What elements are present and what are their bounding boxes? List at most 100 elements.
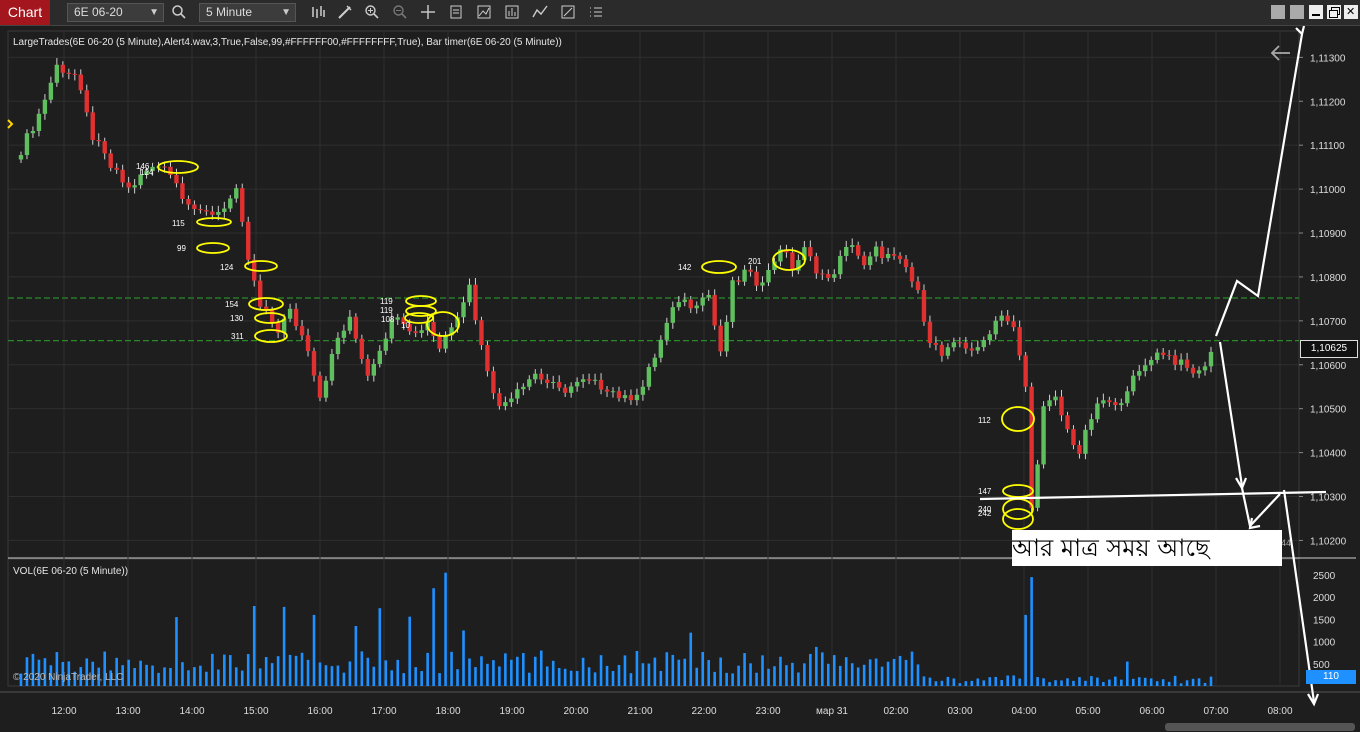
time-tick-label: 08:00	[1267, 706, 1292, 717]
price-chart[interactable]: 1,11300 1,11200 1,11100 1,11000 1,10900 1,108…	[0, 26, 1360, 732]
volume-bar	[695, 667, 699, 686]
candle-body	[228, 198, 233, 209]
candle-body	[903, 259, 909, 268]
candle-body	[1023, 355, 1028, 387]
candle-body	[114, 167, 119, 170]
candle-body	[748, 269, 753, 272]
candle-body	[246, 221, 251, 260]
volume-bar	[755, 672, 758, 686]
bar-type-icon[interactable]	[309, 4, 327, 22]
volume-bar	[850, 663, 854, 686]
volume-bar	[1114, 676, 1117, 686]
chart-tab[interactable]: Chart	[0, 0, 50, 25]
trade-label: 130	[230, 314, 244, 323]
volume-bar	[1131, 678, 1135, 686]
tile-icon[interactable]	[1290, 5, 1304, 19]
volume-bar	[264, 657, 268, 686]
candle-body	[497, 393, 502, 407]
volume-bar	[246, 654, 250, 686]
candle-body	[371, 363, 377, 376]
properties-icon[interactable]	[559, 4, 577, 22]
volume-bar	[145, 664, 148, 686]
candle-body	[610, 391, 616, 393]
copyright: © 2020 NinjaTrader, LLC	[13, 672, 124, 683]
volume-bar	[348, 661, 352, 686]
volume-bar	[821, 652, 824, 686]
candle-body	[562, 387, 568, 393]
candle-body	[353, 316, 359, 339]
volume-bar	[844, 657, 848, 686]
data-box-icon[interactable]	[447, 4, 465, 22]
volume-bar	[1078, 677, 1081, 686]
time-tick-label: 06:00	[1139, 706, 1164, 717]
volume-bar	[426, 652, 429, 686]
volume-bar	[605, 665, 609, 686]
candle-body	[323, 380, 329, 398]
price-tick-label: 1,10900	[1310, 229, 1347, 240]
candle-body	[652, 357, 658, 368]
search-icon[interactable]	[170, 4, 188, 22]
candle-body	[485, 345, 490, 372]
candle-body	[1166, 355, 1172, 357]
candle-body	[222, 208, 227, 212]
candle-body	[556, 382, 562, 388]
candle-body	[126, 182, 131, 188]
restore-icon[interactable]	[1327, 5, 1341, 19]
volume-bar	[444, 572, 447, 686]
draw-icon[interactable]	[336, 4, 354, 22]
volume-bar	[659, 670, 663, 686]
volume-bar	[306, 659, 310, 686]
volume-bar	[187, 670, 190, 686]
candle-body	[108, 153, 113, 168]
price-tick-label: 1,10800	[1310, 273, 1347, 284]
strategies-icon[interactable]	[531, 4, 549, 22]
volume-bar	[1125, 661, 1129, 686]
zoom-out-icon[interactable]	[391, 4, 409, 22]
instrument-selector[interactable]: 6E 06-20 ▼	[67, 3, 164, 22]
minimize-icon[interactable]	[1309, 5, 1323, 19]
tile-icon[interactable]	[1271, 5, 1285, 19]
time-tick-label: 04:00	[1011, 706, 1036, 717]
candle-body	[66, 72, 72, 74]
volume-bar	[970, 680, 974, 686]
volume-bar	[1030, 577, 1033, 686]
candle-body	[724, 321, 729, 352]
price-panel-frame	[7, 30, 1300, 559]
chart-style-icon[interactable]	[475, 4, 493, 22]
volume-bar	[713, 671, 716, 686]
zoom-in-icon[interactable]	[363, 4, 381, 22]
horizontal-scrollbar[interactable]	[1165, 723, 1355, 731]
trade-label: 154	[225, 300, 239, 309]
volume-bar	[252, 606, 256, 686]
chart-toolbar: Chart 6E 06-20 ▼ 5 Minute ▼ ✕	[0, 0, 1360, 26]
close-icon[interactable]: ✕	[1344, 5, 1358, 19]
candle-body	[915, 281, 921, 291]
candle-body	[186, 198, 191, 205]
volume-bar	[1149, 678, 1153, 686]
volume-bar	[139, 660, 142, 686]
price-tick-label: 1,10200	[1310, 536, 1347, 547]
candle-body	[1005, 315, 1010, 322]
arrow-head-up	[1295, 26, 1306, 37]
crosshair-icon[interactable]	[419, 4, 437, 22]
time-tick-label: 14:00	[179, 706, 204, 717]
candle-body	[84, 90, 89, 113]
volume-bar	[516, 656, 519, 686]
candle-body	[18, 155, 24, 160]
menu-list-icon[interactable]	[587, 4, 605, 22]
candle-body	[694, 305, 699, 309]
time-tick-label: 23:00	[755, 706, 780, 717]
interval-selector[interactable]: 5 Minute ▼	[199, 3, 296, 22]
candle-body	[808, 247, 813, 257]
candle-body	[975, 347, 980, 351]
volume-bar	[169, 667, 172, 686]
price-tick-label: 1,10300	[1310, 493, 1347, 504]
candle-body	[598, 379, 604, 390]
indicators-icon[interactable]	[503, 4, 521, 22]
candle-body	[1047, 400, 1052, 407]
volume-bar	[832, 655, 836, 686]
volume-bar	[886, 661, 890, 686]
candle-body	[72, 73, 78, 75]
candle-body	[192, 204, 197, 210]
volume-bar	[1179, 683, 1183, 686]
